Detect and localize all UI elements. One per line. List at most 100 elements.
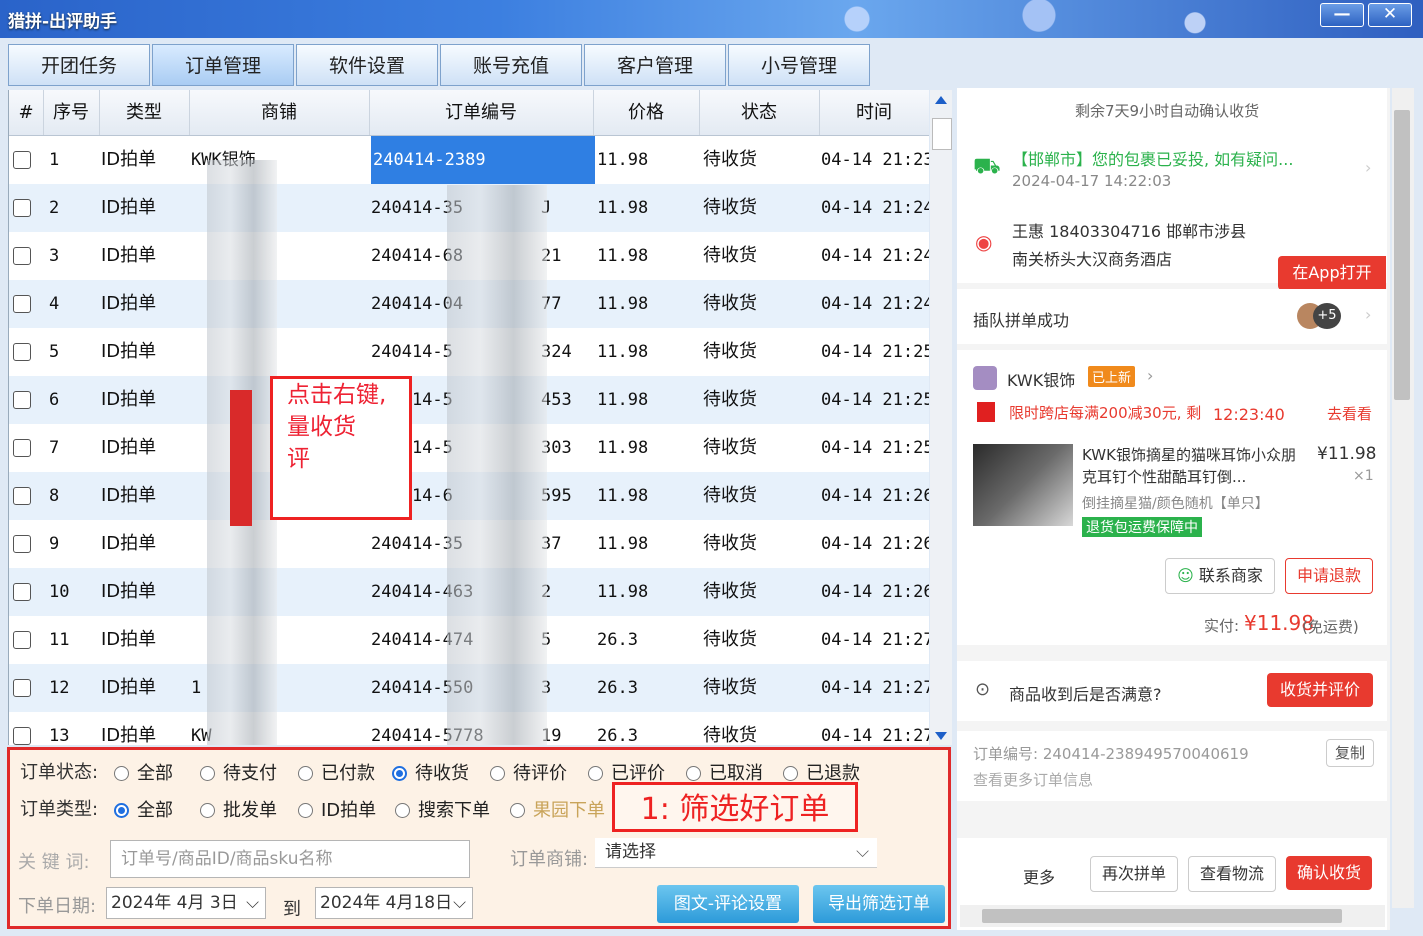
radio-dot-icon[interactable] <box>114 766 129 781</box>
export-orders-button[interactable]: 导出筛选订单 <box>813 885 945 923</box>
radio-type-2[interactable]: ID拍单 <box>298 796 376 822</box>
logistics-text[interactable]: 【邯郸市】您的包裹已妥投, 如有疑问... <box>1012 146 1293 170</box>
radio-type-0[interactable]: 全部 <box>114 796 173 822</box>
radio-type-4[interactable]: 果园下单 <box>510 796 605 822</box>
radio-dot-icon[interactable] <box>298 803 313 818</box>
row-checkbox[interactable] <box>13 679 31 697</box>
radio-status-4[interactable]: 待评价 <box>490 759 567 785</box>
radio-type-1[interactable]: 批发单 <box>200 796 277 822</box>
date-to-input[interactable]: 2024年 4月18日 ⌵ <box>315 887 473 919</box>
col-time[interactable]: 时间 <box>819 90 929 135</box>
col-order-no[interactable]: 订单编号 <box>369 90 594 135</box>
avatar-more: +5 <box>1313 303 1341 329</box>
keyword-label: 关 键 词: <box>18 852 90 873</box>
cell-time: 04-14 21:26 <box>821 582 929 602</box>
scroll-up-icon[interactable] <box>935 96 947 104</box>
detail-vertical-scrollbar[interactable] <box>1392 88 1414 908</box>
row-checkbox[interactable] <box>13 343 31 361</box>
annotation-line-2: 量收货 <box>287 414 356 440</box>
radio-dot-icon[interactable] <box>200 803 215 818</box>
radio-label: ID拍单 <box>321 800 377 821</box>
tab-account-recharge[interactable]: 账号充值 <box>440 44 582 86</box>
radio-dot-icon[interactable] <box>114 803 129 818</box>
tab-customer-management[interactable]: 客户管理 <box>584 44 726 86</box>
annotation-right-click: 点击右键, 量收货 评 <box>270 376 412 520</box>
copy-button[interactable]: 复制 <box>1326 739 1374 767</box>
shop-select[interactable]: 请选择 ⌵ <box>595 838 877 868</box>
promo-link[interactable]: 去看看 <box>1327 403 1372 424</box>
countdown-text: 剩余7天9小时自动确认收货 <box>1075 102 1260 120</box>
receive-and-review-button[interactable]: 收货并评价 <box>1267 673 1373 707</box>
tab-software-settings[interactable]: 软件设置 <box>296 44 438 86</box>
scroll-thumb[interactable] <box>932 118 952 150</box>
radio-status-0[interactable]: 全部 <box>114 759 173 785</box>
cell-no: 11 <box>49 630 70 650</box>
radio-type-3[interactable]: 搜索下单 <box>395 796 490 822</box>
keyword-input[interactable]: 订单号/商品ID/商品sku名称 <box>110 840 470 878</box>
view-logistics-button[interactable]: 查看物流 <box>1188 856 1276 892</box>
radio-status-2[interactable]: 已付款 <box>298 759 375 785</box>
table-row[interactable]: 1ID拍单KWK银饰240414-238911.98待收货04-14 21:23 <box>9 136 929 185</box>
radio-dot-icon[interactable] <box>490 766 505 781</box>
radio-dot-icon[interactable] <box>783 766 798 781</box>
tab-alt-accounts[interactable]: 小号管理 <box>728 44 870 86</box>
request-refund-button[interactable]: 申请退款 <box>1285 558 1373 594</box>
cell-price: 11.98 <box>597 582 649 602</box>
cell-type: ID拍单 <box>101 677 157 698</box>
radio-dot-icon[interactable] <box>200 766 215 781</box>
row-checkbox[interactable] <box>13 439 31 457</box>
col-type[interactable]: 类型 <box>99 90 190 135</box>
col-price[interactable]: 价格 <box>593 90 700 135</box>
cell-time: 04-14 21:24 <box>821 198 929 218</box>
col-status[interactable]: 状态 <box>699 90 820 135</box>
more-order-info-link[interactable]: 查看更多订单信息 <box>973 769 1093 790</box>
open-in-app-button[interactable]: 在App打开 <box>1278 256 1386 290</box>
regroup-button[interactable]: 再次拼单 <box>1090 856 1178 892</box>
scroll-down-icon[interactable] <box>935 732 947 740</box>
row-checkbox[interactable] <box>13 487 31 505</box>
row-checkbox[interactable] <box>13 247 31 265</box>
radio-dot-icon[interactable] <box>392 766 407 781</box>
camera-icon: ⊙ <box>975 679 991 700</box>
row-checkbox[interactable] <box>13 391 31 409</box>
row-checkbox[interactable] <box>13 583 31 601</box>
chevron-down-icon: ⌵ <box>246 893 259 913</box>
close-button[interactable]: ✕ <box>1368 3 1412 27</box>
more-button[interactable]: 更多 <box>1023 864 1055 888</box>
radio-label: 全部 <box>137 800 173 821</box>
cell-type: ID拍单 <box>101 725 157 745</box>
row-checkbox[interactable] <box>13 295 31 313</box>
shop-name[interactable]: KWK银饰 <box>1007 367 1075 391</box>
row-checkbox[interactable] <box>13 535 31 553</box>
date-from-input[interactable]: 2024年 4月 3日 ⌵ <box>106 887 266 919</box>
table-scrollbar[interactable] <box>930 90 952 745</box>
radio-dot-icon[interactable] <box>686 766 701 781</box>
tab-group-tasks[interactable]: 开团任务 <box>8 44 150 86</box>
comment-settings-button[interactable]: 图文-评论设置 <box>657 885 799 923</box>
col-seq[interactable]: 序号 <box>43 90 100 135</box>
radio-status-3[interactable]: 待收货 <box>392 759 469 785</box>
radio-dot-icon[interactable] <box>588 766 603 781</box>
radio-status-1[interactable]: 待支付 <box>200 759 277 785</box>
row-checkbox[interactable] <box>13 727 31 745</box>
radio-dot-icon[interactable] <box>298 766 313 781</box>
confirm-receipt-button[interactable]: 确认收货 <box>1286 856 1372 890</box>
product-title[interactable]: KWK银饰摘星的猫咪耳饰小众朋克耳钉个性甜酷耳钉倒... <box>1082 444 1307 488</box>
minimize-button[interactable]: — <box>1320 3 1364 27</box>
detail-horizontal-scrollbar[interactable] <box>960 905 1385 927</box>
contact-seller-button[interactable]: ☺ 联系商家 <box>1165 558 1275 594</box>
detail-hscroll-thumb[interactable] <box>982 909 1342 923</box>
col-shop[interactable]: 商铺 <box>189 90 370 135</box>
row-checkbox[interactable] <box>13 199 31 217</box>
detail-scroll-thumb[interactable] <box>1394 110 1410 400</box>
radio-dot-icon[interactable] <box>510 803 525 818</box>
row-checkbox[interactable] <box>13 151 31 169</box>
product-spec: 倒挂摘星猫/颜色随机【单只】 <box>1082 496 1269 512</box>
radio-dot-icon[interactable] <box>395 803 410 818</box>
row-checkbox[interactable] <box>13 631 31 649</box>
product-image[interactable] <box>973 444 1073 526</box>
tab-order-management[interactable]: 订单管理 <box>152 44 294 86</box>
promo-icon <box>977 402 995 422</box>
logistics-time: 2024-04-17 14:22:03 <box>1012 172 1172 190</box>
radio-label: 已退款 <box>806 763 860 784</box>
